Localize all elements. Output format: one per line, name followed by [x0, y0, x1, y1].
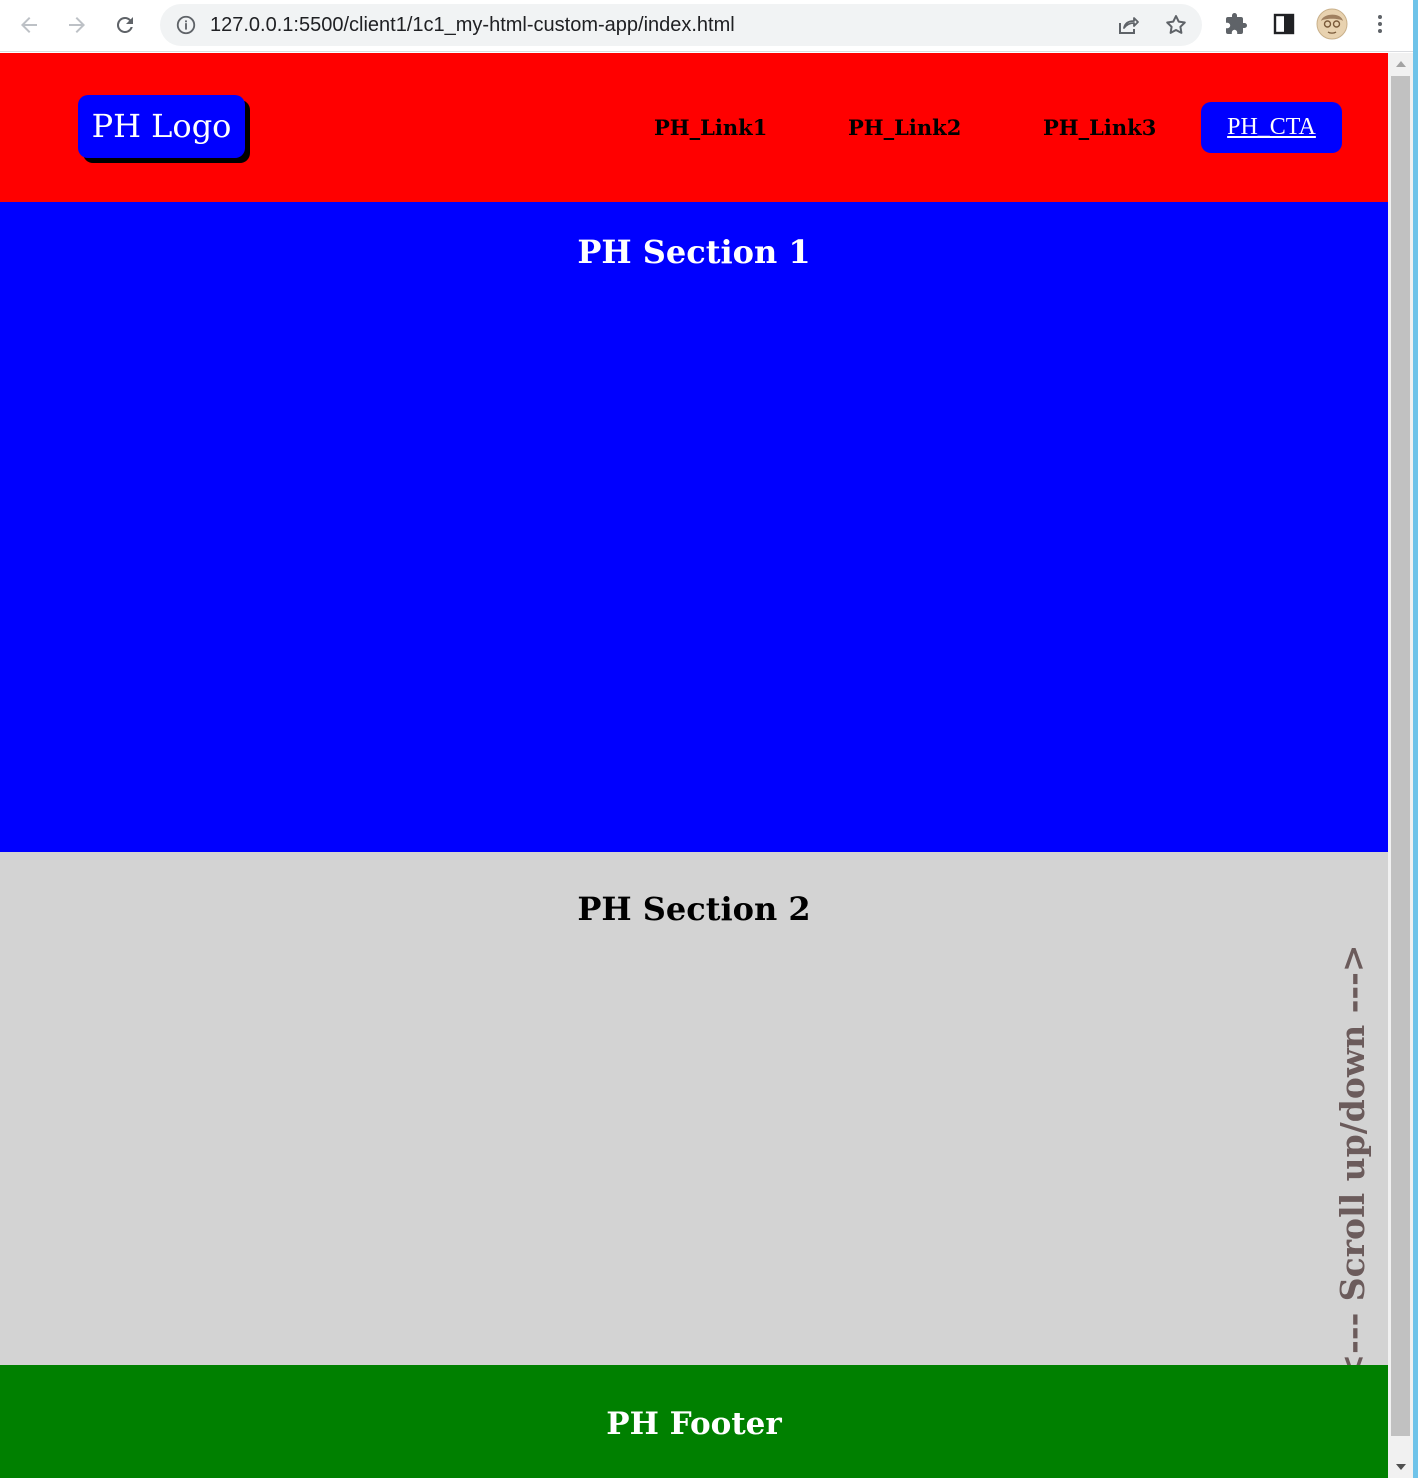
nav-link-3[interactable]: PH_Link3 — [1043, 111, 1156, 145]
section-2: PH Section 2 — [0, 852, 1388, 1365]
scroll-down-arrow-icon[interactable] — [1388, 1456, 1413, 1478]
info-icon[interactable] — [174, 13, 198, 37]
scrollbar-thumb[interactable] — [1391, 76, 1410, 1436]
section-1-title: PH Section 1 — [577, 233, 811, 271]
section-1: PH Section 1 — [0, 202, 1388, 852]
side-panel-icon[interactable] — [1268, 8, 1300, 40]
footer-title: PH Footer — [606, 1406, 782, 1442]
kebab-menu-icon[interactable] — [1364, 8, 1396, 40]
site-header: PH Logo PH_Link1 PH_Link2 PH_Link3 PH_CT… — [0, 53, 1388, 202]
cta-button[interactable]: PH_CTA — [1201, 102, 1342, 153]
browser-toolbar: 127.0.0.1:5500/client1/1c1_my-html-custo… — [0, 0, 1418, 52]
back-arrow-icon[interactable] — [12, 8, 46, 42]
reload-icon[interactable] — [108, 8, 142, 42]
site-footer: PH Footer — [0, 1365, 1388, 1478]
scroll-up-arrow-icon[interactable] — [1388, 53, 1413, 75]
nav-link-1[interactable]: PH_Link1 — [654, 111, 767, 145]
url-text[interactable]: 127.0.0.1:5500/client1/1c1_my-html-custo… — [210, 4, 735, 46]
nav-link-2[interactable]: PH_Link2 — [848, 111, 961, 145]
star-icon[interactable] — [1162, 11, 1190, 39]
forward-arrow-icon[interactable] — [60, 8, 94, 42]
share-icon[interactable] — [1114, 11, 1142, 39]
puzzle-icon[interactable] — [1220, 8, 1252, 40]
vertical-scrollbar[interactable] — [1388, 53, 1413, 1478]
avatar[interactable] — [1316, 8, 1348, 40]
site-logo[interactable]: PH Logo — [78, 95, 245, 158]
section-2-title: PH Section 2 — [577, 890, 811, 928]
scroll-hint: <--- Scroll up/down ---> — [1333, 944, 1372, 1382]
address-bar[interactable]: 127.0.0.1:5500/client1/1c1_my-html-custo… — [160, 4, 1202, 46]
window-edge — [1413, 0, 1418, 1478]
page-viewport: PH Logo PH_Link1 PH_Link2 PH_Link3 PH_CT… — [0, 53, 1388, 1478]
